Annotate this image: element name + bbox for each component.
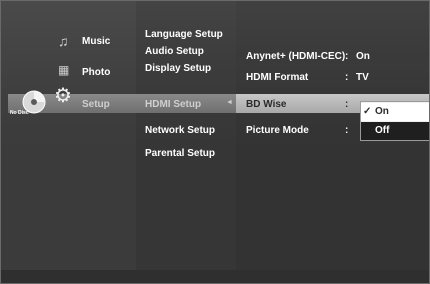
bluray-setup-screen: ♫ Music ▦ Photo ⚙ Setup No Disc Language… [0, 0, 430, 284]
screen-frame [0, 0, 430, 284]
